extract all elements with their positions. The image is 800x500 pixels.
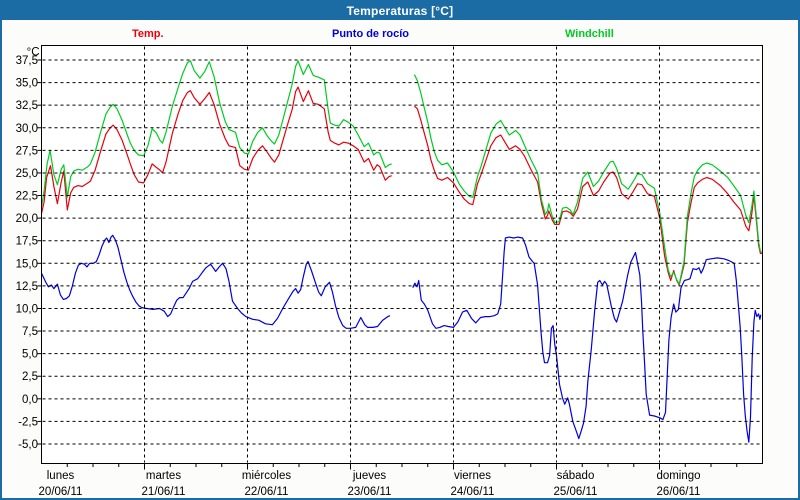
y-axis-unit-label: °C <box>27 47 40 59</box>
temperature-chart: 37,535,032,530,027,525,022,520,017,515,0… <box>2 2 800 500</box>
x-date-label: 25/06/11 <box>554 486 598 498</box>
y-tick-label: 25,0 <box>16 168 38 180</box>
y-tick-label: 20,0 <box>16 213 38 225</box>
y-tick-label: 15,0 <box>16 258 38 270</box>
x-day-label: jueves <box>352 470 386 482</box>
y-tick-label: 5,0 <box>22 349 38 361</box>
y-tick-label: 7,5 <box>22 326 38 338</box>
x-date-label: 22/06/11 <box>245 486 289 498</box>
y-tick-label: 12,5 <box>16 281 38 293</box>
x-date-label: 26/06/11 <box>657 486 701 498</box>
x-date-label: 20/06/11 <box>39 486 83 498</box>
y-tick-label: 32,5 <box>16 100 38 112</box>
y-tick-label: 0,0 <box>22 394 38 406</box>
y-tick-label: -5,0 <box>18 439 38 451</box>
y-tick-label: 22,5 <box>16 191 38 203</box>
y-tick-label: 30,0 <box>16 123 38 135</box>
y-tick-label: -2,5 <box>18 416 38 428</box>
x-day-label: sábado <box>557 470 595 482</box>
y-tick-label: 2,5 <box>22 371 38 383</box>
x-day-label: lunes <box>47 470 75 482</box>
y-tick-label: 10,0 <box>16 303 38 315</box>
x-date-label: 23/06/11 <box>348 486 392 498</box>
y-tick-label: 27,5 <box>16 145 38 157</box>
x-day-label: domingo <box>656 470 700 482</box>
y-tick-label: 17,5 <box>16 236 38 248</box>
x-day-label: martes <box>146 470 181 482</box>
x-date-label: 21/06/11 <box>142 486 186 498</box>
y-tick-label: 35,0 <box>16 78 38 90</box>
app-window: Temperaturas [°C] Temp. Punto de rocío W… <box>0 0 800 500</box>
x-day-label: viernes <box>454 470 491 482</box>
plot-area <box>42 46 763 464</box>
x-date-label: 24/06/11 <box>451 486 495 498</box>
x-day-label: miércoles <box>242 470 291 482</box>
